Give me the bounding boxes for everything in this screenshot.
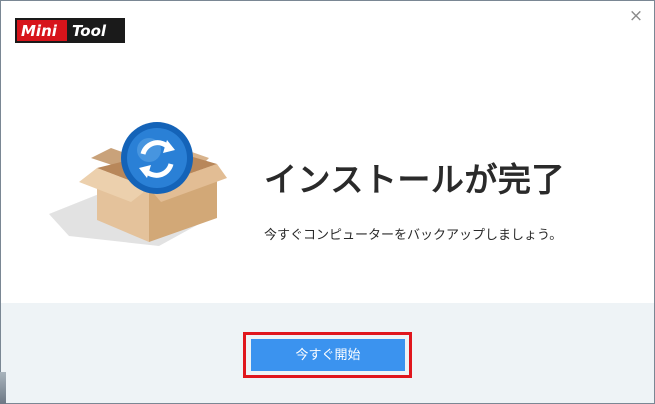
desktop-background [0,372,6,404]
page-title: インストールが完了 [264,160,565,199]
logo-word-tool: Tool [72,22,107,40]
close-button[interactable]: × [627,7,645,25]
installer-window: Mini Tool × インストールが完了 今すぐコンピューターをバックアップし… [0,0,655,404]
subtitle-text: 今すぐコンピューターをバックアップしましょう。 [264,228,563,243]
footer-bar: 今すぐ開始 [1,303,654,403]
start-now-button[interactable]: 今すぐ開始 [251,339,405,371]
logo-word-mini: Mini [21,22,58,40]
box-sync-icon [49,122,227,246]
minitool-logo: Mini Tool [15,18,125,43]
close-icon: × [628,6,644,26]
